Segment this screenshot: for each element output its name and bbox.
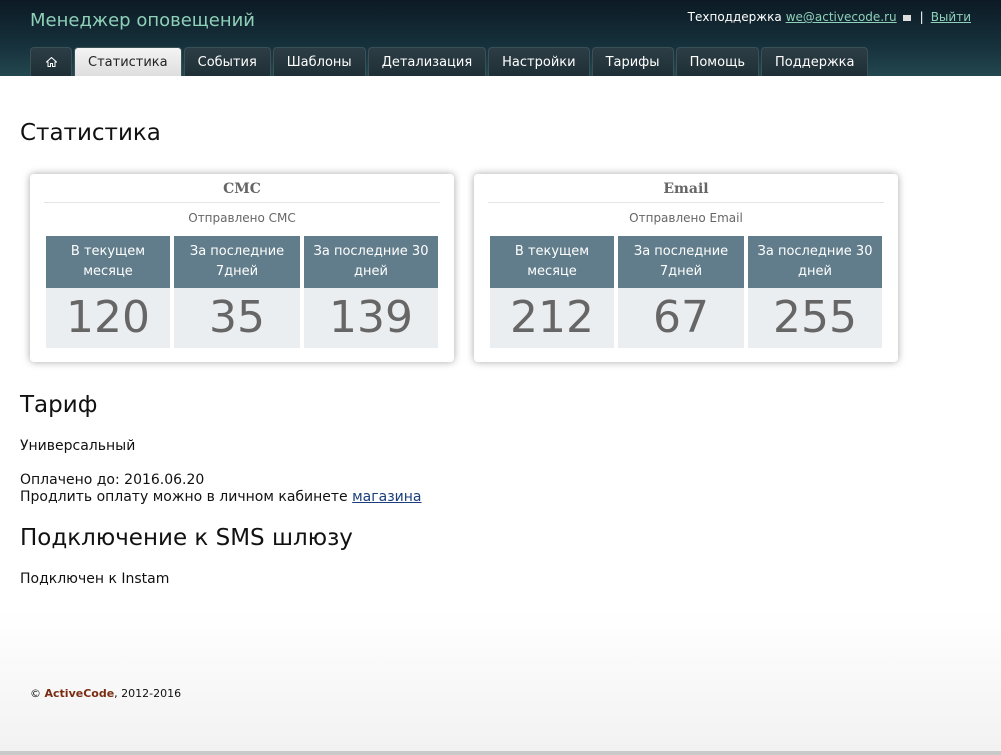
stat-last-30-days: За последние 30 дней 139 <box>304 236 438 348</box>
support-email-link[interactable]: we@activecode.ru <box>786 10 897 24</box>
top-header: Менеджер оповещений Техподдержка we@acti… <box>0 0 1001 76</box>
stat-value: 212 <box>490 288 614 348</box>
stats-row: В текущем месяце 120 За последние 7дней … <box>46 236 438 348</box>
stat-label: За последние 7дней <box>618 236 744 288</box>
card-title: СМС <box>44 181 440 203</box>
sms-stats-card: СМС Отправлено СМС В текущем месяце 120 … <box>30 174 454 362</box>
tab-support[interactable]: Поддержка <box>760 47 869 76</box>
tab-events[interactable]: События <box>183 47 271 76</box>
renew-line: Продлить оплату можно в личном кабинете … <box>20 489 421 505</box>
mail-icon <box>902 15 911 21</box>
stat-label: За последние 30 дней <box>748 236 882 288</box>
tab-tariffs[interactable]: Тарифы <box>591 47 674 76</box>
paid-until: Оплачено до: 2016.06.20 <box>20 472 205 488</box>
copyright-years: , 2012-2016 <box>114 687 182 700</box>
tab-statistics[interactable]: Статистика <box>74 47 182 76</box>
card-subtitle: Отправлено Email <box>629 211 743 225</box>
page-title: Статистика <box>20 120 161 146</box>
tab-home[interactable] <box>30 47 72 76</box>
brand-name: ActiveCode <box>44 687 115 700</box>
shop-link[interactable]: магазина <box>352 489 421 505</box>
stat-label: За последние 7дней <box>174 236 300 288</box>
stat-label: В текущем месяце <box>490 236 614 288</box>
stat-current-month: В текущем месяце 120 <box>46 236 170 348</box>
stat-label: В текущем месяце <box>46 236 170 288</box>
stat-value: 255 <box>748 288 882 348</box>
stat-value: 67 <box>618 288 744 348</box>
support-bar: Техподдержка we@activecode.ru | Выйти <box>688 10 971 24</box>
tab-settings[interactable]: Настройки <box>488 47 590 76</box>
gateway-heading: Подключение к SMS шлюзу <box>20 525 353 551</box>
stat-last-7-days: За последние 7дней 35 <box>174 236 300 348</box>
stat-label: За последние 30 дней <box>304 236 438 288</box>
copyright-sign: © <box>30 687 41 700</box>
tab-templates[interactable]: Шаблоны <box>272 47 366 76</box>
main-nav-tabs: Статистика События Шаблоны Детализация Н… <box>30 47 869 76</box>
footer <box>0 610 1001 755</box>
stat-value: 120 <box>46 288 170 348</box>
separator: | <box>919 10 924 24</box>
stat-value: 35 <box>174 288 300 348</box>
stat-current-month: В текущем месяце 212 <box>490 236 614 348</box>
tariff-heading: Тариф <box>20 392 98 418</box>
card-title: Email <box>488 181 884 203</box>
tab-details[interactable]: Детализация <box>367 47 487 76</box>
app-title: Менеджер оповещений <box>30 10 255 31</box>
support-label: Техподдержка <box>687 10 782 24</box>
home-icon <box>45 57 57 67</box>
renew-text: Продлить оплату можно в личном кабинете <box>20 489 348 505</box>
card-subtitle: Отправлено СМС <box>188 211 296 225</box>
footer-copyright: © ActiveCode, 2012-2016 <box>30 687 181 700</box>
logout-link[interactable]: Выйти <box>931 10 971 24</box>
tariff-name: Универсальный <box>20 438 136 454</box>
stat-value: 139 <box>304 288 438 348</box>
gateway-status: Подключен к Instam <box>20 571 170 587</box>
stat-last-30-days: За последние 30 дней 255 <box>748 236 882 348</box>
stat-last-7-days: За последние 7дней 67 <box>618 236 744 348</box>
stats-row: В текущем месяце 212 За последние 7дней … <box>490 236 882 348</box>
email-stats-card: Email Отправлено Email В текущем месяце … <box>474 174 898 362</box>
tab-help[interactable]: Помощь <box>675 47 759 76</box>
